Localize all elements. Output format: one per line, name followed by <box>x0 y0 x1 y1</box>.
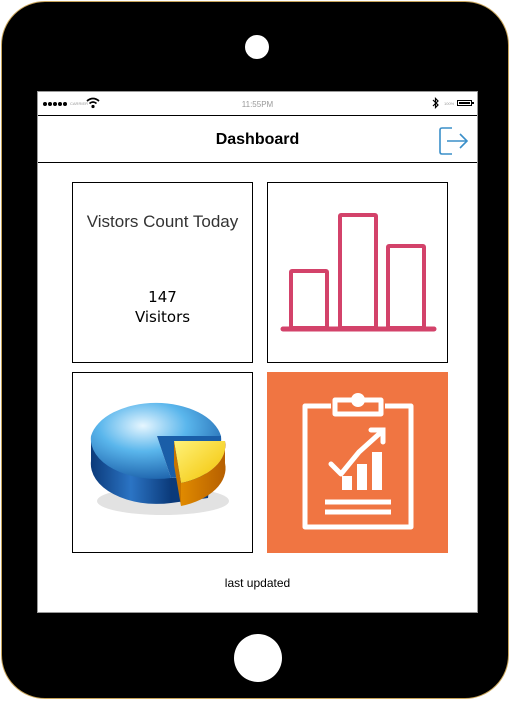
pie-chart-3d-icon <box>90 402 229 515</box>
tablet-device-frame: CARRIER 11:55PM 100% Dashboard Vistors C… <box>1 1 509 699</box>
visitors-title: Vistors Count Today <box>86 212 239 231</box>
status-bar: CARRIER 11:55PM 100% <box>38 92 477 116</box>
pie-chart-tile[interactable] <box>72 372 253 553</box>
home-button[interactable] <box>234 634 282 682</box>
battery-icon <box>457 100 474 106</box>
front-camera <box>245 35 269 59</box>
visitors-count: 147 Visitors <box>73 287 252 327</box>
bar-chart-icon <box>280 213 437 332</box>
bluetooth-icon <box>432 97 439 109</box>
page-title: Dashboard <box>215 131 300 148</box>
visitors-count-unit: Visitors <box>134 308 191 326</box>
visitors-count-value: 147 <box>148 288 177 306</box>
last-updated-label: last updated <box>224 576 291 590</box>
app-screen: CARRIER 11:55PM 100% Dashboard Vistors C… <box>37 91 478 613</box>
status-time: 11:55PM <box>241 100 274 109</box>
report-tile[interactable] <box>267 372 448 553</box>
battery-percent: 100% <box>444 101 455 106</box>
app-header: Dashboard <box>38 116 477 163</box>
logout-icon[interactable] <box>438 126 470 156</box>
bar-chart-tile[interactable] <box>267 182 448 363</box>
visitors-count-tile[interactable]: Vistors Count Today 147 Visitors <box>72 182 253 363</box>
clipboard-report-icon <box>302 393 414 530</box>
